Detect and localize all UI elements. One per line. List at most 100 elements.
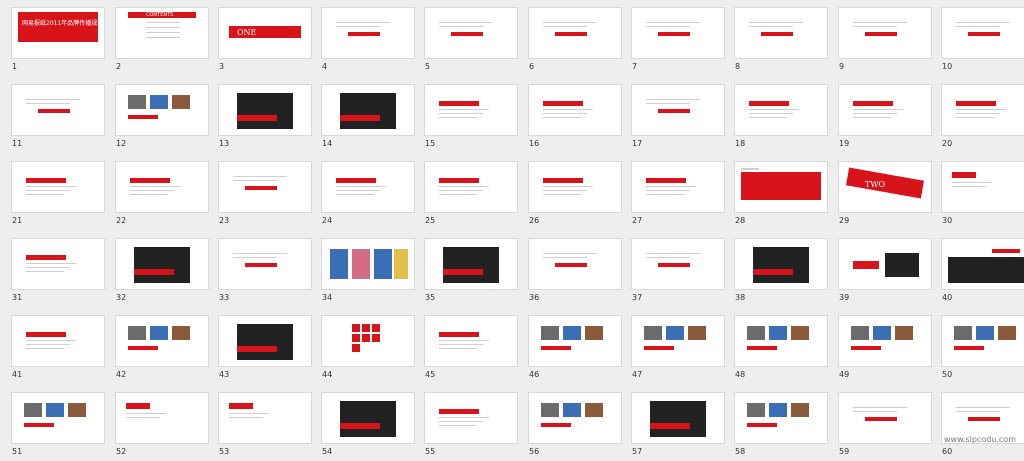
slide-thumbnail[interactable]: 13 xyxy=(215,81,315,153)
slide-preview[interactable] xyxy=(425,162,517,212)
slide-preview[interactable] xyxy=(322,85,414,135)
slide-thumbnail[interactable]: 33 xyxy=(215,235,315,307)
slide-thumbnail[interactable]: 51 xyxy=(8,389,108,461)
slide-thumbnail[interactable]: 31 xyxy=(8,235,108,307)
slide-thumbnail[interactable]: 49 xyxy=(835,312,935,384)
slide-preview[interactable]: ONE xyxy=(219,8,311,58)
slide-preview[interactable] xyxy=(12,239,104,289)
slide-thumbnail[interactable]: 38 xyxy=(731,235,831,307)
slide-preview[interactable] xyxy=(219,85,311,135)
slide-preview[interactable] xyxy=(839,393,931,443)
slide-thumbnail[interactable]: 30 xyxy=(938,158,1024,230)
slide-preview[interactable] xyxy=(322,162,414,212)
slide-preview[interactable] xyxy=(942,239,1024,289)
slide-thumbnail[interactable]: 48 xyxy=(731,312,831,384)
slide-thumbnail[interactable]: 18 xyxy=(731,81,831,153)
slide-preview[interactable] xyxy=(529,239,621,289)
slide-thumbnail[interactable]: 43 xyxy=(215,312,315,384)
slide-preview[interactable] xyxy=(839,239,931,289)
slide-preview[interactable] xyxy=(12,316,104,366)
slide-thumbnail[interactable]: 58 xyxy=(731,389,831,461)
slide-preview[interactable] xyxy=(425,393,517,443)
slide-preview[interactable] xyxy=(529,8,621,58)
slide-preview[interactable] xyxy=(322,239,414,289)
slide-thumbnail[interactable]: 40 xyxy=(938,235,1024,307)
slide-preview[interactable] xyxy=(942,162,1024,212)
slide-thumbnail[interactable]: 24 xyxy=(318,158,418,230)
slide-thumbnail[interactable]: 10 xyxy=(938,4,1024,76)
slide-thumbnail[interactable]: 53 xyxy=(215,389,315,461)
slide-preview[interactable] xyxy=(425,8,517,58)
slide-thumbnail[interactable]: 36 xyxy=(525,235,625,307)
slide-thumbnail[interactable]: ONE 3 xyxy=(215,4,315,76)
slide-thumbnail[interactable]: 20 xyxy=(938,81,1024,153)
slide-preview[interactable] xyxy=(12,393,104,443)
slide-thumbnail[interactable]: 34 xyxy=(318,235,418,307)
slide-preview[interactable] xyxy=(942,8,1024,58)
slide-preview[interactable] xyxy=(529,393,621,443)
slide-preview[interactable] xyxy=(632,162,724,212)
slide-preview[interactable] xyxy=(116,85,208,135)
slide-thumbnail[interactable]: 28 xyxy=(731,158,831,230)
slide-preview[interactable]: 网易报纸2011年品牌传播规划 xyxy=(12,8,104,58)
slide-thumbnail[interactable]: 57 xyxy=(628,389,728,461)
slide-preview[interactable] xyxy=(735,393,827,443)
slide-thumbnail[interactable]: 19 xyxy=(835,81,935,153)
slide-thumbnail[interactable]: 17 xyxy=(628,81,728,153)
slide-thumbnail[interactable]: 32 xyxy=(112,235,212,307)
slide-thumbnail[interactable]: 6 xyxy=(525,4,625,76)
slide-preview[interactable] xyxy=(12,85,104,135)
slide-thumbnail[interactable]: 47 xyxy=(628,312,728,384)
slide-preview[interactable] xyxy=(529,85,621,135)
slide-preview[interactable] xyxy=(322,316,414,366)
slide-preview[interactable] xyxy=(942,85,1024,135)
slide-preview[interactable] xyxy=(735,85,827,135)
slide-preview[interactable] xyxy=(735,316,827,366)
slide-preview[interactable] xyxy=(322,8,414,58)
slide-thumbnail[interactable]: 22 xyxy=(112,158,212,230)
slide-thumbnail[interactable]: 15 xyxy=(421,81,521,153)
slide-preview[interactable] xyxy=(735,8,827,58)
slide-preview[interactable]: TWO xyxy=(839,162,931,212)
slide-thumbnail[interactable]: 14 xyxy=(318,81,418,153)
slide-preview[interactable] xyxy=(529,316,621,366)
slide-preview[interactable] xyxy=(12,162,104,212)
slide-thumbnail[interactable]: 37 xyxy=(628,235,728,307)
slide-thumbnail[interactable]: 7 xyxy=(628,4,728,76)
slide-preview[interactable] xyxy=(632,393,724,443)
slide-thumbnail[interactable]: 52 xyxy=(112,389,212,461)
slide-preview[interactable] xyxy=(116,162,208,212)
slide-preview[interactable] xyxy=(735,239,827,289)
slide-thumbnail[interactable]: 21 xyxy=(8,158,108,230)
slide-preview[interactable] xyxy=(219,239,311,289)
slide-thumbnail[interactable]: 60 xyxy=(938,389,1024,461)
slide-thumbnail[interactable]: 9 xyxy=(835,4,935,76)
slide-preview[interactable]: CONTENTS xyxy=(116,8,208,58)
slide-preview[interactable] xyxy=(839,316,931,366)
slide-thumbnail[interactable]: 26 xyxy=(525,158,625,230)
slide-thumbnail[interactable]: 54 xyxy=(318,389,418,461)
slide-preview[interactable] xyxy=(219,393,311,443)
slide-thumbnail[interactable]: 45 xyxy=(421,312,521,384)
slide-thumbnail[interactable]: 46 xyxy=(525,312,625,384)
slide-preview[interactable] xyxy=(632,239,724,289)
slide-thumbnail[interactable]: 39 xyxy=(835,235,935,307)
slide-preview[interactable] xyxy=(425,316,517,366)
slide-preview[interactable] xyxy=(839,8,931,58)
slide-preview[interactable] xyxy=(219,162,311,212)
slide-preview[interactable] xyxy=(632,8,724,58)
slide-thumbnail[interactable]: CONTENTS 2 xyxy=(112,4,212,76)
slide-preview[interactable] xyxy=(116,239,208,289)
slide-thumbnail[interactable]: 网易报纸2011年品牌传播规划 1 xyxy=(8,4,108,76)
slide-preview[interactable] xyxy=(219,316,311,366)
slide-thumbnail[interactable]: 11 xyxy=(8,81,108,153)
slide-preview[interactable] xyxy=(942,316,1024,366)
slide-thumbnail[interactable]: 50 xyxy=(938,312,1024,384)
slide-preview[interactable] xyxy=(632,316,724,366)
slide-thumbnail[interactable]: 23 xyxy=(215,158,315,230)
slide-preview[interactable] xyxy=(425,239,517,289)
slide-preview[interactable] xyxy=(425,85,517,135)
slide-thumbnail[interactable]: 42 xyxy=(112,312,212,384)
slide-thumbnail[interactable]: 25 xyxy=(421,158,521,230)
slide-thumbnail[interactable]: 27 xyxy=(628,158,728,230)
